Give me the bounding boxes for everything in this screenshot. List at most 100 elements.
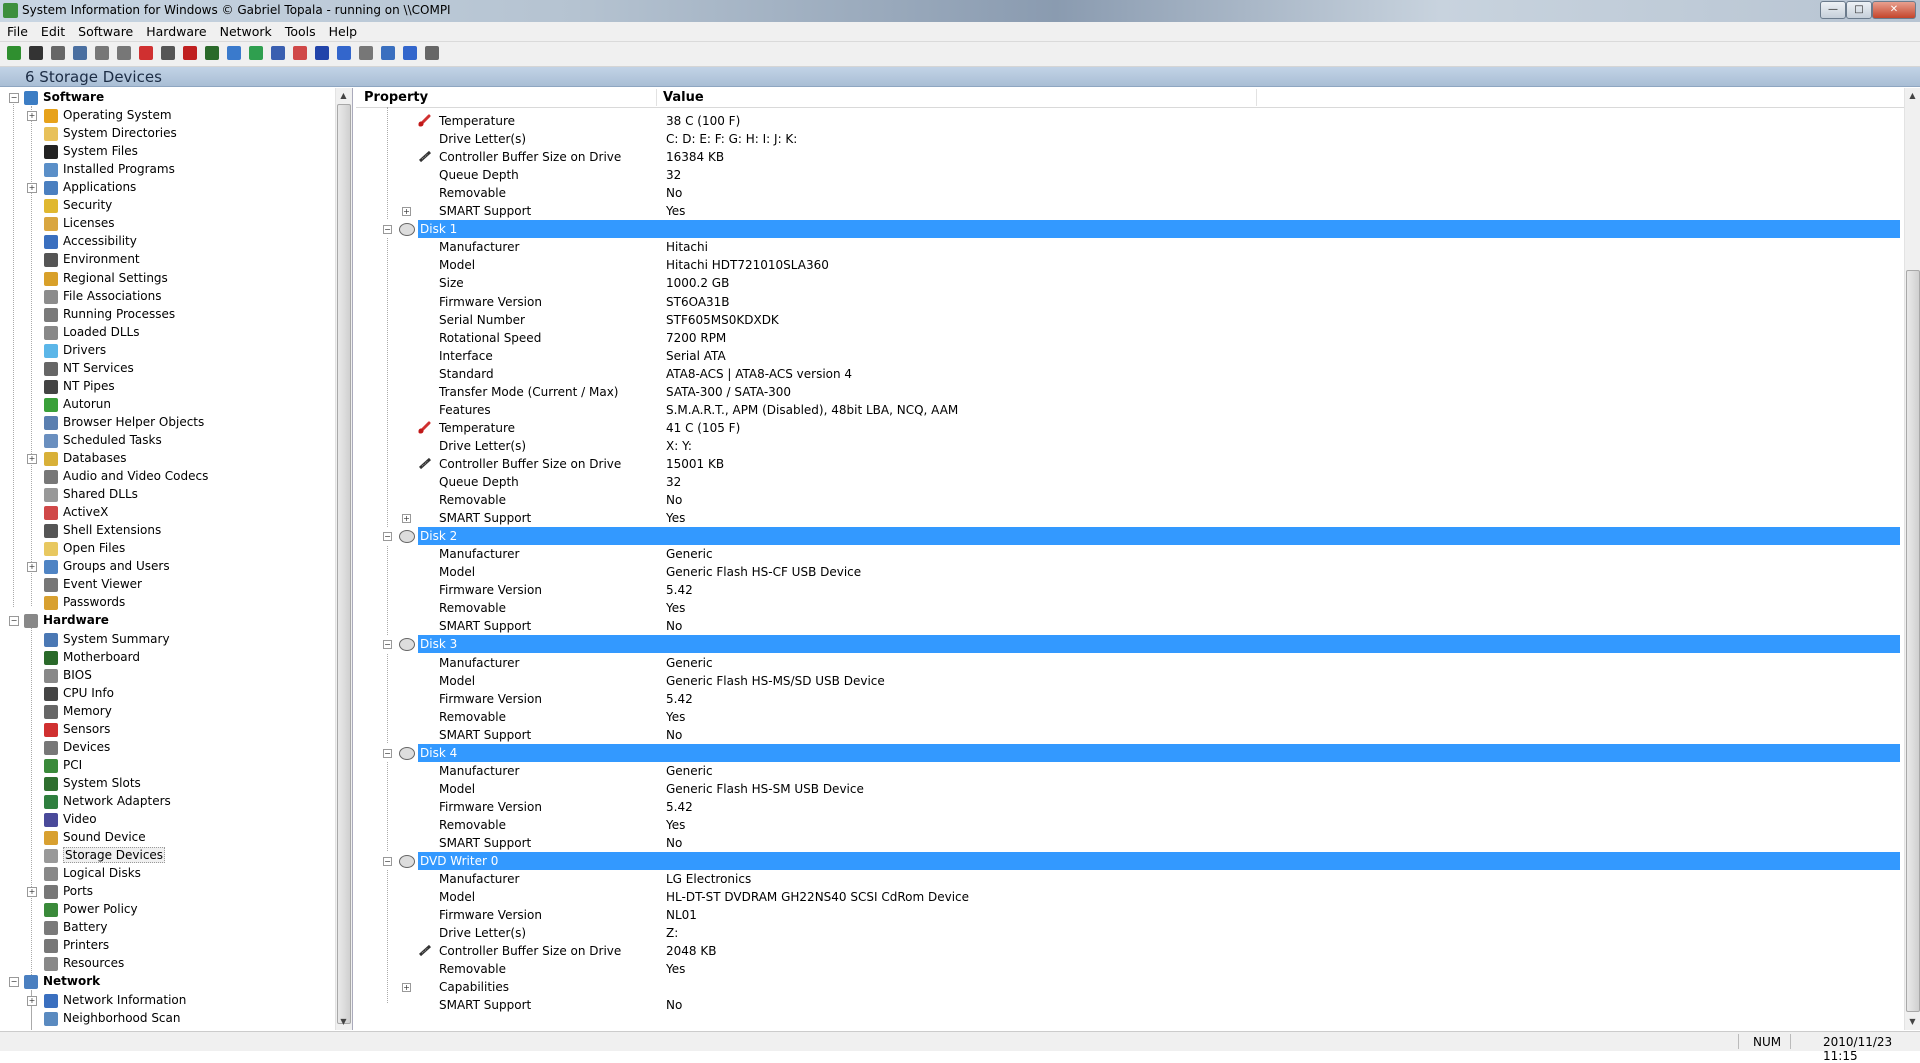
import-icon[interactable] bbox=[7, 46, 21, 60]
tree-item-devices[interactable]: Devices bbox=[44, 738, 110, 756]
tree-scrollbar[interactable]: ▲ ▼ bbox=[335, 88, 352, 1030]
property-row[interactable]: Removable Yes bbox=[356, 960, 1900, 978]
property-row[interactable]: Controller Buffer Size on Drive 2048 KB bbox=[356, 942, 1900, 960]
tree-item-security[interactable]: Security bbox=[44, 196, 112, 214]
tree-item-shell-extensions[interactable]: Shell Extensions bbox=[44, 521, 161, 539]
tree-item-drivers[interactable]: Drivers bbox=[44, 341, 106, 359]
tree-item-system-directories[interactable]: System Directories bbox=[44, 124, 177, 142]
property-row[interactable]: Manufacturer Generic bbox=[356, 545, 1900, 563]
property-row[interactable]: Drive Letter(s) Z: bbox=[356, 924, 1900, 942]
property-row[interactable]: Removable Yes bbox=[356, 599, 1900, 617]
row-expander-icon[interactable]: + bbox=[402, 207, 411, 216]
group-row-disk-1[interactable]: − Disk 1 bbox=[356, 220, 1900, 238]
tree-expander-icon[interactable]: + bbox=[27, 562, 37, 572]
tree-item-audio-and-video-codecs[interactable]: Audio and Video Codecs bbox=[44, 467, 208, 485]
settings-icon[interactable] bbox=[359, 46, 373, 60]
property-row[interactable]: Size 1000.2 GB bbox=[356, 274, 1900, 292]
grid-scrollbar[interactable]: ▲ ▼ bbox=[1904, 88, 1920, 1030]
graph-icon[interactable] bbox=[205, 46, 219, 60]
tree-item-ports[interactable]: Ports bbox=[44, 882, 93, 900]
tree-item-cpu-info[interactable]: CPU Info bbox=[44, 684, 114, 702]
property-row[interactable]: Manufacturer Hitachi bbox=[356, 238, 1900, 256]
tree-scroll-thumb[interactable] bbox=[337, 104, 351, 1024]
office-icon[interactable] bbox=[293, 46, 307, 60]
tree-item-logical-disks[interactable]: Logical Disks bbox=[44, 864, 141, 882]
group-collapse-icon[interactable]: − bbox=[383, 225, 392, 234]
help-icon[interactable] bbox=[403, 46, 417, 60]
property-row[interactable]: + SMART Support Yes bbox=[356, 509, 1900, 527]
property-row[interactable]: Firmware Version 5.42 bbox=[356, 690, 1900, 708]
tree-item-power-policy[interactable]: Power Policy bbox=[44, 900, 138, 918]
property-row[interactable]: Serial Number STF605MS0KDXDK bbox=[356, 311, 1900, 329]
menu-help[interactable]: Help bbox=[322, 22, 364, 39]
tree-item-hardware[interactable]: Hardware bbox=[24, 611, 109, 629]
property-row[interactable]: Removable Yes bbox=[356, 708, 1900, 726]
paste-icon[interactable] bbox=[95, 46, 109, 60]
row-expander-icon[interactable]: + bbox=[402, 983, 411, 992]
property-row[interactable]: Standard ATA8-ACS | ATA8-ACS version 4 bbox=[356, 365, 1900, 383]
menu-edit[interactable]: Edit bbox=[34, 22, 71, 39]
tree-item-running-processes[interactable]: Running Processes bbox=[44, 305, 175, 323]
tree-expander-icon[interactable]: − bbox=[9, 93, 19, 103]
tree-item-shared-dlls[interactable]: Shared DLLs bbox=[44, 485, 138, 503]
tree-item-neighborhood-scan[interactable]: Neighborhood Scan bbox=[44, 1009, 181, 1027]
ie-icon[interactable] bbox=[337, 46, 351, 60]
group-collapse-icon[interactable]: − bbox=[383, 749, 392, 758]
group-row-disk-3[interactable]: − Disk 3 bbox=[356, 635, 1900, 653]
print-icon[interactable] bbox=[117, 46, 131, 60]
property-row[interactable]: Removable No bbox=[356, 491, 1900, 509]
property-column-header[interactable]: Property bbox=[364, 90, 428, 105]
tree-item-browser-helper-objects[interactable]: Browser Helper Objects bbox=[44, 413, 204, 431]
tree-item-nt-pipes[interactable]: NT Pipes bbox=[44, 377, 115, 395]
group-collapse-icon[interactable]: − bbox=[383, 640, 392, 649]
tree-item-video[interactable]: Video bbox=[44, 810, 97, 828]
tree-item-environment[interactable]: Environment bbox=[44, 250, 140, 268]
property-row[interactable]: Manufacturer LG Electronics bbox=[356, 870, 1900, 888]
tree-item-pci[interactable]: PCI bbox=[44, 756, 82, 774]
property-row[interactable]: Controller Buffer Size on Drive 15001 KB bbox=[356, 455, 1900, 473]
property-row[interactable]: SMART Support No bbox=[356, 726, 1900, 744]
tree-item-groups-and-users[interactable]: Groups and Users bbox=[44, 557, 170, 575]
property-row[interactable]: Firmware Version ST6OA31B bbox=[356, 293, 1900, 311]
property-row[interactable]: SMART Support No bbox=[356, 996, 1900, 1014]
tree-item-scheduled-tasks[interactable]: Scheduled Tasks bbox=[44, 431, 162, 449]
tree-item-memory[interactable]: Memory bbox=[44, 702, 112, 720]
group-row-disk-4[interactable]: − Disk 4 bbox=[356, 744, 1900, 762]
cut-icon[interactable] bbox=[51, 46, 65, 60]
menu-tools[interactable]: Tools bbox=[278, 22, 322, 39]
property-row[interactable]: Queue Depth 32 bbox=[356, 473, 1900, 491]
copy-icon[interactable] bbox=[73, 46, 87, 60]
property-row[interactable]: Drive Letter(s) X: Y: bbox=[356, 437, 1900, 455]
tree-item-installed-programs[interactable]: Installed Programs bbox=[44, 160, 175, 178]
property-row[interactable]: Transfer Mode (Current / Max) SATA-300 / … bbox=[356, 383, 1900, 401]
tree-item-loaded-dlls[interactable]: Loaded DLLs bbox=[44, 323, 139, 341]
value-column-header[interactable]: Value bbox=[663, 90, 704, 105]
property-row[interactable]: Controller Buffer Size on Drive 16384 KB bbox=[356, 148, 1900, 166]
report-icon[interactable] bbox=[271, 46, 285, 60]
tree-item-passwords[interactable]: Passwords bbox=[44, 593, 125, 611]
maximize-button[interactable]: □ bbox=[1846, 1, 1872, 19]
close-button[interactable]: ✕ bbox=[1872, 1, 1916, 19]
tree-item-battery[interactable]: Battery bbox=[44, 918, 107, 936]
tree-item-nt-services[interactable]: NT Services bbox=[44, 359, 134, 377]
tree-item-autorun[interactable]: Autorun bbox=[44, 395, 111, 413]
property-row[interactable]: + Capabilities bbox=[356, 978, 1900, 996]
menu-file[interactable]: File bbox=[0, 22, 34, 39]
scroll-down-arrow-icon[interactable]: ▼ bbox=[336, 1014, 351, 1029]
tree-item-printers[interactable]: Printers bbox=[44, 936, 109, 954]
property-row[interactable]: Model HL-DT-ST DVDRAM GH22NS40 SCSI CdRom… bbox=[356, 888, 1900, 906]
tree-item-licenses[interactable]: Licenses bbox=[44, 214, 115, 232]
tree-item-software[interactable]: Software bbox=[24, 88, 104, 106]
shield-icon[interactable] bbox=[315, 46, 329, 60]
property-row[interactable]: Model Hitachi HDT721010SLA360 bbox=[356, 256, 1900, 274]
tree-item-system-files[interactable]: System Files bbox=[44, 142, 138, 160]
tree-item-sound-device[interactable]: Sound Device bbox=[44, 828, 146, 846]
tree-item-event-viewer[interactable]: Event Viewer bbox=[44, 575, 142, 593]
group-row-disk-2[interactable]: − Disk 2 bbox=[356, 527, 1900, 545]
group-collapse-icon[interactable]: − bbox=[383, 857, 392, 866]
tree-item-accessibility[interactable]: Accessibility bbox=[44, 232, 137, 250]
save-icon[interactable] bbox=[29, 46, 43, 60]
tree-item-open-files[interactable]: Open Files bbox=[44, 539, 125, 557]
tree-item-resources[interactable]: Resources bbox=[44, 954, 124, 972]
tree-expander-icon[interactable]: + bbox=[27, 183, 37, 193]
